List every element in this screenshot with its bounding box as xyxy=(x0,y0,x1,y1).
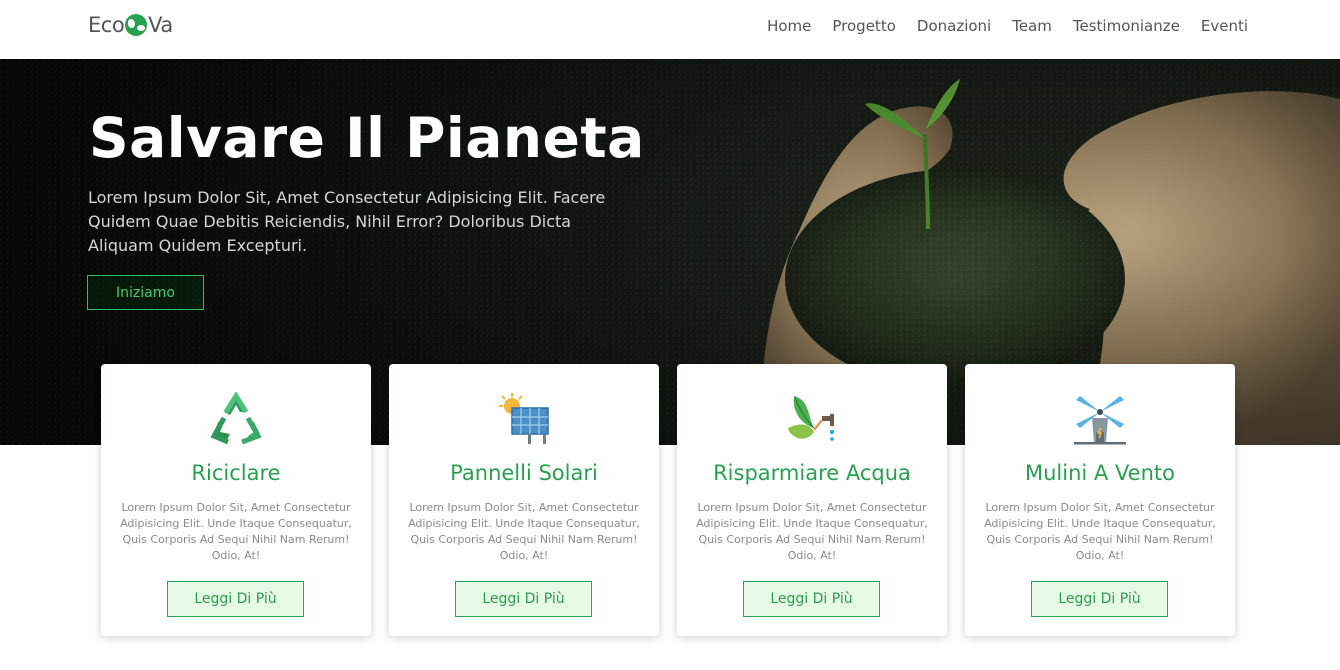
globe-icon xyxy=(125,14,148,36)
read-more-button[interactable]: Leggi Di Più xyxy=(743,581,880,617)
card-title: Riciclare xyxy=(191,461,281,485)
card-title: Risparmiare Acqua xyxy=(713,461,911,485)
leaf-faucet-icon xyxy=(788,396,835,441)
navbar: Eco Va Home Progetto Donazioni Team Test… xyxy=(0,0,1340,59)
nav-item-testimonianze[interactable]: Testimonianze xyxy=(1073,17,1180,35)
main-nav: Home Progetto Donazioni Team Testimonian… xyxy=(767,17,1248,35)
brand-logo[interactable]: Eco Va xyxy=(88,13,173,37)
brand-suffix: Va xyxy=(148,13,173,37)
start-button[interactable]: Iniziamo xyxy=(87,275,204,310)
card-title: Pannelli Solari xyxy=(450,461,598,485)
hero-title: Salvare Il Pianeta xyxy=(89,106,645,170)
card-description: Lorem Ipsum Dolor Sit, Amet Consectetur … xyxy=(408,501,640,562)
read-more-button[interactable]: Leggi Di Più xyxy=(455,581,592,617)
nav-item-progetto[interactable]: Progetto xyxy=(832,17,896,35)
nav-item-team[interactable]: Team xyxy=(1012,17,1052,35)
read-more-button[interactable]: Leggi Di Più xyxy=(167,581,304,617)
card-description: Lorem Ipsum Dolor Sit, Amet Consectetur … xyxy=(120,501,352,562)
card-description: Lorem Ipsum Dolor Sit, Amet Consectetur … xyxy=(984,501,1216,562)
feature-card-water: Risparmiare Acqua Lorem Ipsum Dolor Sit,… xyxy=(677,364,947,636)
card-description: Lorem Ipsum Dolor Sit, Amet Consectetur … xyxy=(696,501,928,562)
card-title: Mulini A Vento xyxy=(1024,461,1175,485)
nav-item-eventi[interactable]: Eventi xyxy=(1201,17,1248,35)
feature-card-recycle: Riciclare Lorem Ipsum Dolor Sit, Amet Co… xyxy=(101,364,371,636)
nav-item-home[interactable]: Home xyxy=(767,17,811,35)
hero-description: Lorem Ipsum Dolor Sit, Amet Consectetur … xyxy=(88,188,606,255)
brand-prefix: Eco xyxy=(88,13,125,37)
recycle-icon xyxy=(210,392,262,445)
nav-item-donazioni[interactable]: Donazioni xyxy=(917,17,991,35)
solar-panel-icon xyxy=(499,393,549,444)
read-more-button[interactable]: Leggi Di Più xyxy=(1031,581,1168,617)
feature-card-windmill: Mulini A Vento Lorem Ipsum Dolor Sit, Am… xyxy=(965,364,1235,636)
feature-card-solar: Pannelli Solari Lorem Ipsum Dolor Sit, A… xyxy=(389,364,659,636)
windmill-icon xyxy=(1074,396,1126,445)
